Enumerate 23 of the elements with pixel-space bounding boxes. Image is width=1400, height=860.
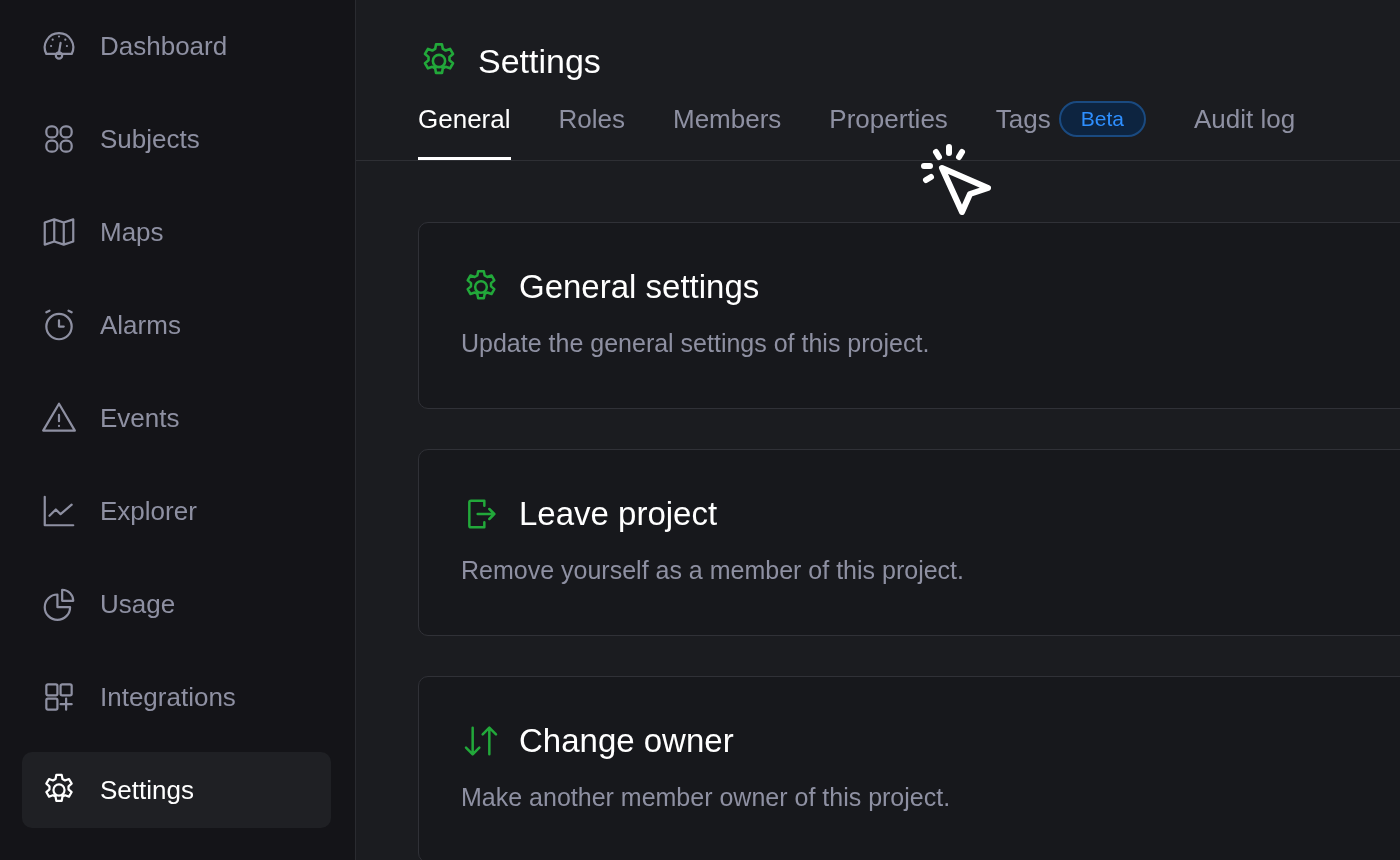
sidebar-item[interactable]: Maps	[22, 194, 331, 270]
page-title: Settings	[478, 41, 601, 81]
tab[interactable]: Tags	[995, 104, 1051, 160]
tab[interactable]: Members	[673, 104, 782, 160]
tab[interactable]: Properties	[829, 104, 948, 160]
sidebar-item[interactable]: Events	[22, 380, 331, 456]
tab[interactable]: Audit log	[1193, 104, 1296, 160]
sidebar-item[interactable]: Settings	[22, 752, 331, 828]
sidebar-item[interactable]: Dashboard	[22, 8, 331, 84]
card-title: Change owner	[519, 722, 734, 760]
tab[interactable]: Roles	[558, 104, 625, 160]
card-description: Remove yourself as a member of this project.	[461, 556, 965, 585]
card-title: General settings	[519, 268, 760, 306]
sidebar-item[interactable]: Explorer	[22, 473, 331, 549]
tab[interactable]: General	[418, 104, 511, 160]
card-description: Update the general settings of this project.	[461, 329, 931, 358]
sidebar-item[interactable]: Subjects	[22, 101, 331, 177]
sidebar-item[interactable]: Alarms	[22, 287, 331, 363]
sidebar-item[interactable]: Usage	[22, 566, 331, 642]
beta-badge: Beta	[1058, 101, 1146, 137]
card-title: Leave project	[519, 495, 718, 533]
sidebar-item[interactable]: Integrations	[22, 659, 331, 735]
card-description: Make another member owner of this project.	[461, 783, 952, 812]
